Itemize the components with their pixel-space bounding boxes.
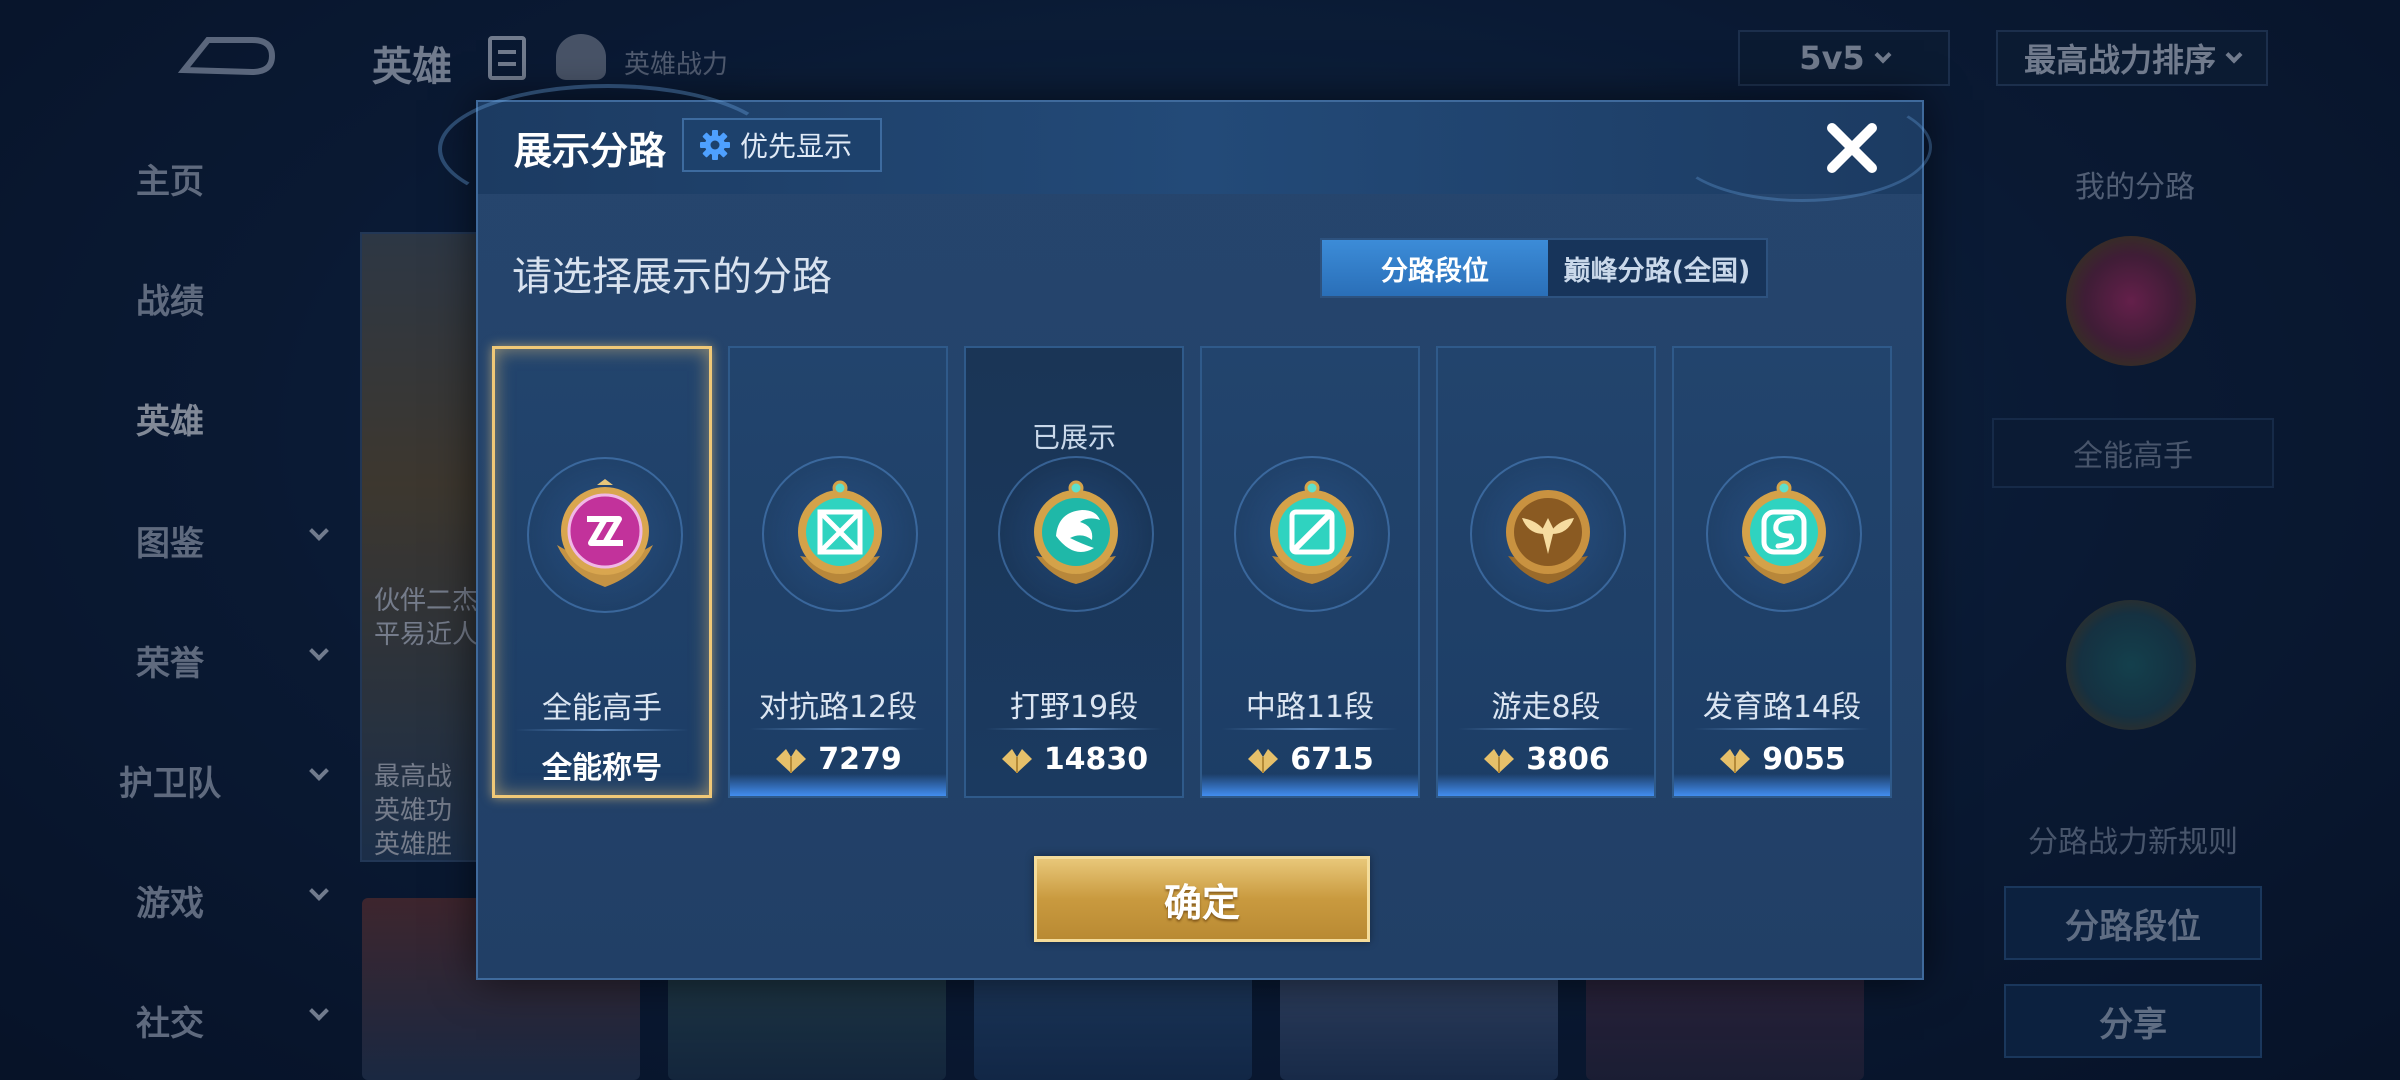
lane-card-name: 游走8段: [1491, 690, 1601, 725]
combat-power-icon: [1720, 748, 1751, 773]
priority-display-button[interactable]: 优先显示: [682, 118, 882, 172]
combat-power-icon: [1001, 748, 1032, 773]
lane-card-title-text: 全能称号: [542, 751, 662, 786]
lane-card-farm[interactable]: 发育路14段 9055: [1672, 346, 1892, 798]
lane-display-dialog: 展示分路 优先显示 请选择展示的分路 分路段位 巅峰分路(全国) 全能高手 全能…: [438, 84, 1932, 980]
roam-medal-icon: [1506, 490, 1590, 584]
gear-icon: [700, 130, 730, 160]
header-decoration: [1672, 92, 1932, 202]
lane-card-jungle[interactable]: 已展示 打野19段 14830: [964, 346, 1184, 798]
card-divider: [1222, 728, 1398, 730]
card-glow: [1202, 774, 1418, 796]
close-icon[interactable]: [1820, 116, 1884, 180]
confirm-button[interactable]: 确定: [1034, 856, 1370, 942]
lane-card-clash[interactable]: 对抗路12段 7279: [728, 346, 948, 798]
combat-power-icon: [1484, 748, 1515, 773]
lane-card-name: 中路11段: [1245, 690, 1375, 725]
card-divider: [750, 728, 926, 730]
combat-power-value: 7279: [818, 742, 902, 777]
already-shown-label: 已展示: [1031, 421, 1116, 454]
lane-card-name: 对抗路12段: [758, 690, 918, 725]
card-divider: [1694, 728, 1870, 730]
lane-card-value: 3806: [1438, 742, 1654, 777]
card-divider: [515, 729, 689, 731]
lane-card-roam[interactable]: 游走8段 3806: [1436, 346, 1656, 798]
card-glow: [1674, 774, 1890, 796]
jungle-medal-icon: [1034, 480, 1118, 584]
combat-power-icon: [1248, 748, 1279, 773]
dialog-title: 展示分路: [514, 129, 667, 173]
card-divider: [1458, 728, 1634, 730]
combat-power-icon: [776, 748, 807, 773]
lane-card-name: 打野19段: [1009, 690, 1139, 725]
lane-tab-switch: 分路段位 巅峰分路(全国): [1320, 238, 1768, 298]
priority-display-label: 优先显示: [740, 130, 853, 163]
lane-card-value: 全能称号: [495, 743, 709, 787]
card-glow: [1438, 774, 1654, 796]
lane-card-value: 14830: [966, 742, 1182, 777]
farm-lane-medal-icon: [1742, 480, 1826, 584]
combat-power-value: 3806: [1526, 742, 1610, 777]
lane-card-name: 全能高手: [542, 691, 662, 726]
tab-lane-rank[interactable]: 分路段位: [1322, 240, 1548, 296]
select-lane-prompt: 请选择展示的分路: [512, 254, 832, 300]
combat-power-value: 14830: [1043, 742, 1149, 777]
dialog-header: 展示分路 优先显示: [438, 84, 1932, 214]
combat-power-value: 6715: [1290, 742, 1374, 777]
lane-card-list: 全能高手 全能称号 对抗路12段 7279 已展示 打野19段 14830 中路…: [492, 346, 1912, 798]
tab-peak-lane-national[interactable]: 巅峰分路(全国): [1548, 240, 1766, 296]
lane-card-allround[interactable]: 全能高手 全能称号: [492, 346, 712, 798]
lane-card-name: 发育路14段: [1702, 690, 1862, 725]
game-screen: 英雄 英雄战力 5v5 最高战力排序 主页 战绩 英雄 图鉴 荣誉 护卫队 游戏…: [0, 0, 2400, 1080]
allround-medal-icon: [557, 479, 653, 587]
lane-card-value: 9055: [1674, 742, 1890, 777]
mid-lane-medal-icon: [1270, 480, 1354, 584]
lane-card-value: 6715: [1202, 742, 1418, 777]
card-glow: [730, 774, 946, 796]
combat-power-value: 9055: [1762, 742, 1846, 777]
lane-card-value: 7279: [730, 742, 946, 777]
card-divider: [986, 728, 1162, 730]
clash-lane-medal-icon: [798, 480, 882, 584]
lane-card-mid[interactable]: 中路11段 6715: [1200, 346, 1420, 798]
